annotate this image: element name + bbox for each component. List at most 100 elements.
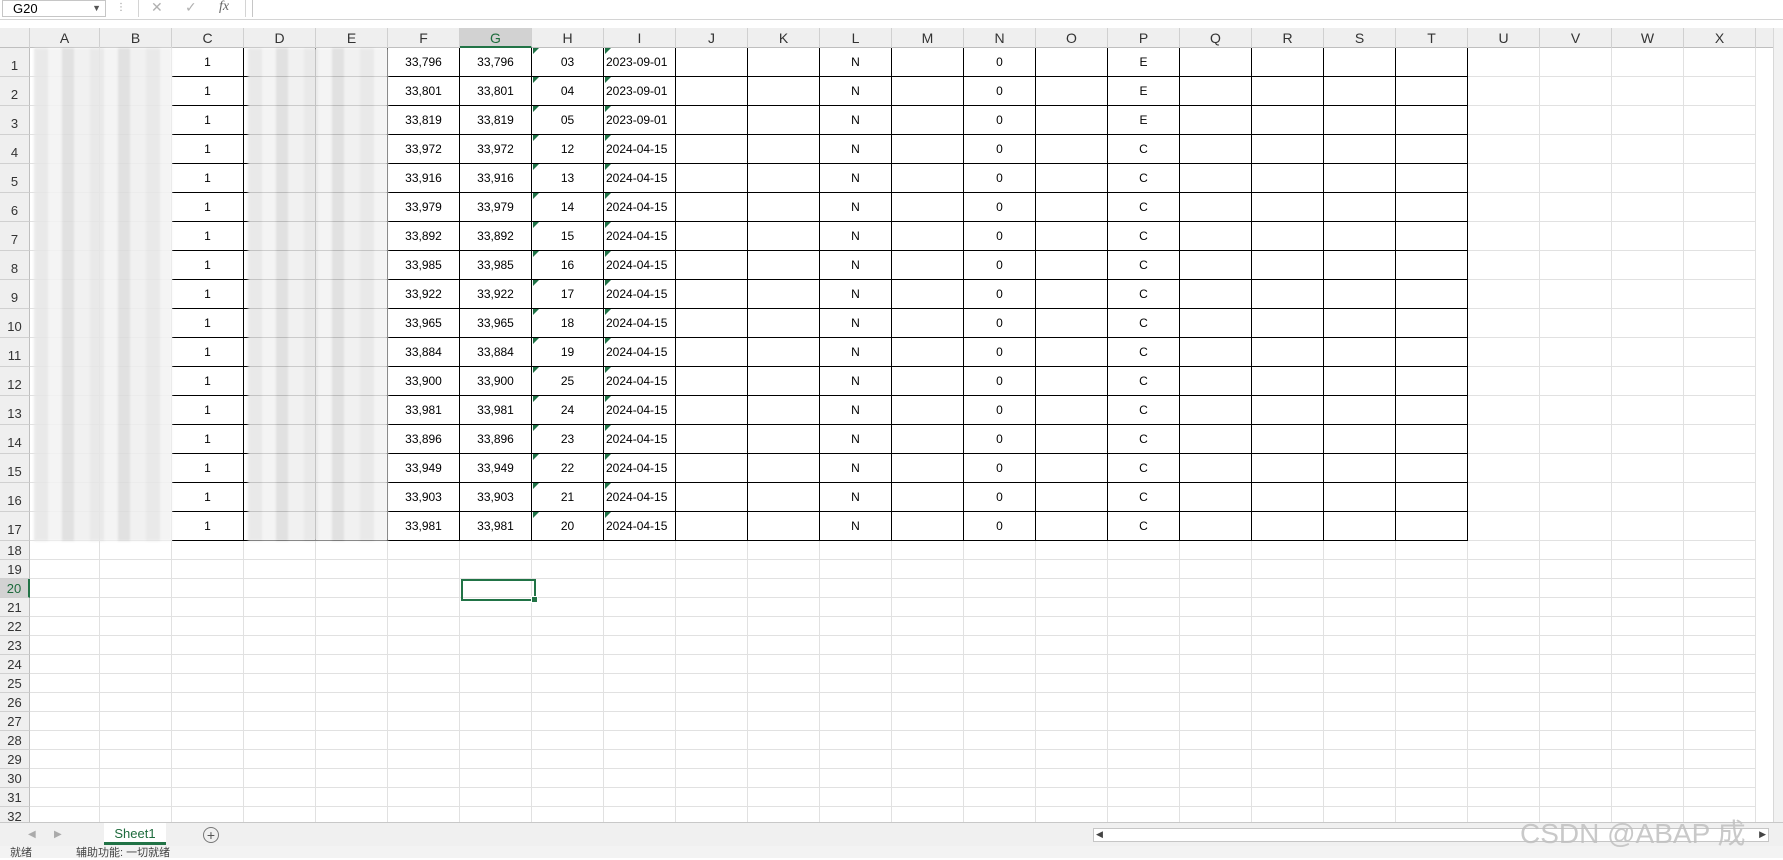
cell-r16[interactable] (1252, 483, 1324, 512)
cell-o24[interactable] (1036, 655, 1108, 674)
cell-n24[interactable] (964, 655, 1036, 674)
cell-i21[interactable] (604, 598, 676, 617)
cell-p15[interactable]: C (1108, 454, 1180, 483)
cell-n13[interactable]: 0 (964, 396, 1036, 425)
cell-l21[interactable] (820, 598, 892, 617)
cell-v28[interactable] (1540, 731, 1612, 750)
cell-u9[interactable] (1468, 280, 1540, 309)
cell-i12[interactable]: 2024-04-15 (604, 367, 676, 396)
cell-d25[interactable] (244, 674, 316, 693)
cell-c2[interactable]: 1 (172, 77, 244, 106)
cell-g27[interactable] (460, 712, 532, 731)
cell-j30[interactable] (676, 769, 748, 788)
cell-n26[interactable] (964, 693, 1036, 712)
cell-p16[interactable]: C (1108, 483, 1180, 512)
row-header-5[interactable]: 5 (0, 164, 30, 193)
cell-c28[interactable] (172, 731, 244, 750)
cell-j3[interactable] (676, 106, 748, 135)
cell-l30[interactable] (820, 769, 892, 788)
cell-k11[interactable] (748, 338, 820, 367)
row-header-19[interactable]: 19 (0, 560, 30, 579)
cell-x21[interactable] (1684, 598, 1756, 617)
cell-b23[interactable] (100, 636, 172, 655)
cell-c29[interactable] (172, 750, 244, 769)
cell-k26[interactable] (748, 693, 820, 712)
row-header-12[interactable]: 12 (0, 367, 30, 396)
cell-p24[interactable] (1108, 655, 1180, 674)
cell-q28[interactable] (1180, 731, 1252, 750)
cell-a28[interactable] (30, 731, 100, 750)
cell-o21[interactable] (1036, 598, 1108, 617)
cell-l4[interactable]: N (820, 135, 892, 164)
cell-n30[interactable] (964, 769, 1036, 788)
cell-d18[interactable] (244, 541, 316, 560)
cell-s10[interactable] (1324, 309, 1396, 338)
cell-o8[interactable] (1036, 251, 1108, 280)
cell-o14[interactable] (1036, 425, 1108, 454)
cell-b30[interactable] (100, 769, 172, 788)
cell-c10[interactable]: 1 (172, 309, 244, 338)
cell-t17[interactable] (1396, 512, 1468, 541)
cell-m1[interactable] (892, 48, 964, 77)
cell-r5[interactable] (1252, 164, 1324, 193)
cell-g24[interactable] (460, 655, 532, 674)
cell-t15[interactable] (1396, 454, 1468, 483)
cell-s18[interactable] (1324, 541, 1396, 560)
cell-g3[interactable]: 33,819 (460, 106, 532, 135)
column-header-p[interactable]: P (1108, 28, 1180, 48)
cell-w15[interactable] (1612, 454, 1684, 483)
cell-e30[interactable] (316, 769, 388, 788)
cell-w27[interactable] (1612, 712, 1684, 731)
cell-r24[interactable] (1252, 655, 1324, 674)
cell-c17[interactable]: 1 (172, 512, 244, 541)
cell-r9[interactable] (1252, 280, 1324, 309)
cell-p22[interactable] (1108, 617, 1180, 636)
cell-j31[interactable] (676, 788, 748, 807)
cell-q17[interactable] (1180, 512, 1252, 541)
cell-j18[interactable] (676, 541, 748, 560)
cell-n1[interactable]: 0 (964, 48, 1036, 77)
cell-b21[interactable] (100, 598, 172, 617)
row-header-13[interactable]: 13 (0, 396, 30, 425)
cell-x15[interactable] (1684, 454, 1756, 483)
cell-p9[interactable]: C (1108, 280, 1180, 309)
sheet-tab-sheet1[interactable]: Sheet1 (104, 823, 166, 845)
cell-l28[interactable] (820, 731, 892, 750)
cell-j16[interactable] (676, 483, 748, 512)
cell-s20[interactable] (1324, 579, 1396, 598)
cell-g22[interactable] (460, 617, 532, 636)
cell-t18[interactable] (1396, 541, 1468, 560)
cell-t14[interactable] (1396, 425, 1468, 454)
cell-a27[interactable] (30, 712, 100, 731)
cell-c11[interactable]: 1 (172, 338, 244, 367)
column-header-l[interactable]: L (820, 28, 892, 48)
column-header-f[interactable]: F (388, 28, 460, 48)
cell-m19[interactable] (892, 560, 964, 579)
cell-x19[interactable] (1684, 560, 1756, 579)
cell-b25[interactable] (100, 674, 172, 693)
cell-u28[interactable] (1468, 731, 1540, 750)
cell-p23[interactable] (1108, 636, 1180, 655)
cell-x24[interactable] (1684, 655, 1756, 674)
cell-c7[interactable]: 1 (172, 222, 244, 251)
cell-q5[interactable] (1180, 164, 1252, 193)
cell-p27[interactable] (1108, 712, 1180, 731)
cell-v30[interactable] (1540, 769, 1612, 788)
cell-j11[interactable] (676, 338, 748, 367)
cell-u15[interactable] (1468, 454, 1540, 483)
cell-o23[interactable] (1036, 636, 1108, 655)
cell-m27[interactable] (892, 712, 964, 731)
cell-r29[interactable] (1252, 750, 1324, 769)
cell-m8[interactable] (892, 251, 964, 280)
cell-e21[interactable] (316, 598, 388, 617)
cell-s5[interactable] (1324, 164, 1396, 193)
cell-r18[interactable] (1252, 541, 1324, 560)
cell-j21[interactable] (676, 598, 748, 617)
column-header-d[interactable]: D (244, 28, 316, 48)
cell-s28[interactable] (1324, 731, 1396, 750)
cell-c14[interactable]: 1 (172, 425, 244, 454)
cell-r20[interactable] (1252, 579, 1324, 598)
cell-m13[interactable] (892, 396, 964, 425)
cell-s29[interactable] (1324, 750, 1396, 769)
cell-k8[interactable] (748, 251, 820, 280)
